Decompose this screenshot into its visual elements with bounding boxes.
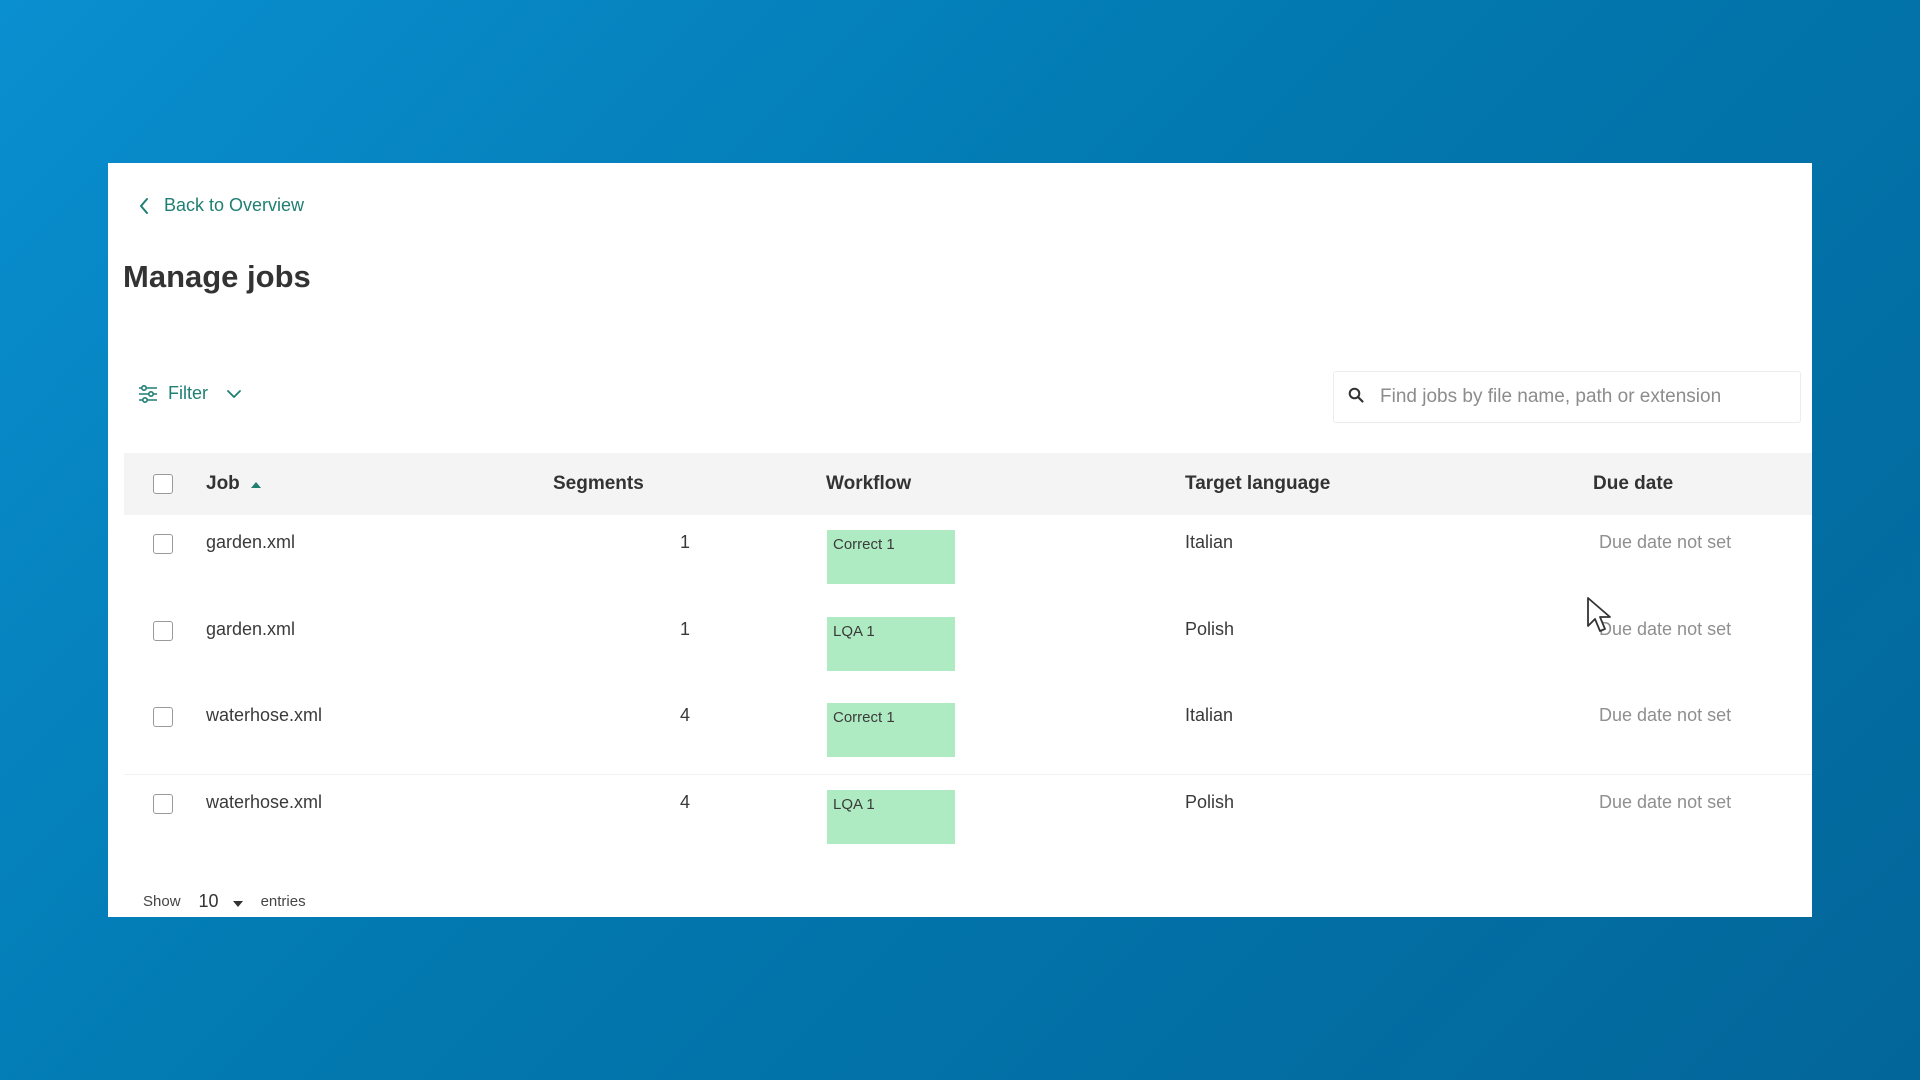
workflow-badge[interactable]: LQA 1 — [827, 790, 955, 844]
target-language: Polish — [1185, 619, 1235, 639]
page-size-select[interactable]: 10 — [193, 889, 249, 914]
due-date: Due date not set — [1599, 619, 1732, 639]
select-all-checkbox[interactable] — [153, 474, 173, 494]
filter-button[interactable]: Filter — [138, 383, 242, 404]
segments-count: 4 — [679, 705, 690, 725]
due-date: Due date not set — [1599, 705, 1732, 725]
filter-label: Filter — [168, 383, 208, 403]
entries-label: entries — [260, 893, 306, 910]
table-row[interactable]: waterhose.xml 4 LQA 1 Polish Due date no… — [124, 776, 1812, 862]
table-row[interactable]: waterhose.xml 4 Correct 1 Italian Due da… — [124, 689, 1812, 775]
show-label: Show — [143, 893, 181, 910]
row-checkbox[interactable] — [153, 707, 173, 727]
workflow-badge[interactable]: LQA 1 — [827, 617, 955, 671]
job-name[interactable]: waterhose.xml — [206, 705, 322, 726]
table-header-row: Job Segments Workflow Target language Du… — [124, 453, 1812, 515]
column-header-due-date[interactable]: Due date — [1593, 453, 1673, 515]
pagination-footer: Show 10 entries — [143, 889, 306, 914]
target-language: Polish — [1185, 792, 1235, 812]
table-row[interactable]: garden.xml 1 LQA 1 Polish Due date not s… — [124, 603, 1812, 689]
chevron-left-icon — [138, 197, 150, 215]
workflow-badge[interactable]: Correct 1 — [827, 703, 955, 757]
column-header-segments[interactable]: Segments — [553, 453, 644, 515]
search-icon — [1348, 387, 1364, 408]
row-divider — [124, 774, 1812, 775]
job-name[interactable]: garden.xml — [206, 532, 295, 553]
row-checkbox[interactable] — [153, 621, 173, 641]
column-header-workflow[interactable]: Workflow — [826, 453, 911, 515]
workflow-badge[interactable]: Correct 1 — [827, 530, 955, 584]
back-link-label: Back to Overview — [164, 195, 305, 215]
column-header-job-label: Job — [206, 473, 240, 494]
column-header-target-language[interactable]: Target language — [1185, 453, 1330, 515]
target-language: Italian — [1185, 532, 1234, 552]
filter-sliders-icon — [138, 384, 158, 404]
search-field[interactable] — [1333, 371, 1801, 423]
job-name[interactable]: garden.xml — [206, 619, 295, 640]
page-size-value: 10 — [198, 891, 219, 911]
sort-up-icon — [250, 473, 262, 495]
row-checkbox[interactable] — [153, 794, 173, 814]
due-date: Due date not set — [1599, 532, 1732, 552]
job-name[interactable]: waterhose.xml — [206, 792, 322, 813]
mouse-cursor-icon — [1586, 596, 1614, 639]
column-header-job[interactable]: Job — [206, 453, 262, 515]
due-date: Due date not set — [1599, 792, 1732, 812]
page-title: Manage jobs — [123, 259, 311, 294]
caret-down-icon — [232, 891, 243, 912]
segments-count: 1 — [679, 532, 690, 552]
manage-jobs-panel: Back to Overview Manage jobs Filter Job — [108, 163, 1812, 917]
row-checkbox[interactable] — [153, 534, 173, 554]
search-input[interactable] — [1378, 385, 1782, 409]
segments-count: 4 — [679, 792, 690, 812]
back-to-overview-link[interactable]: Back to Overview — [138, 195, 304, 216]
target-language: Italian — [1185, 705, 1234, 725]
table-row[interactable]: garden.xml 1 Correct 1 Italian Due date … — [124, 516, 1812, 602]
segments-count: 1 — [679, 619, 690, 639]
chevron-down-icon — [226, 389, 242, 399]
